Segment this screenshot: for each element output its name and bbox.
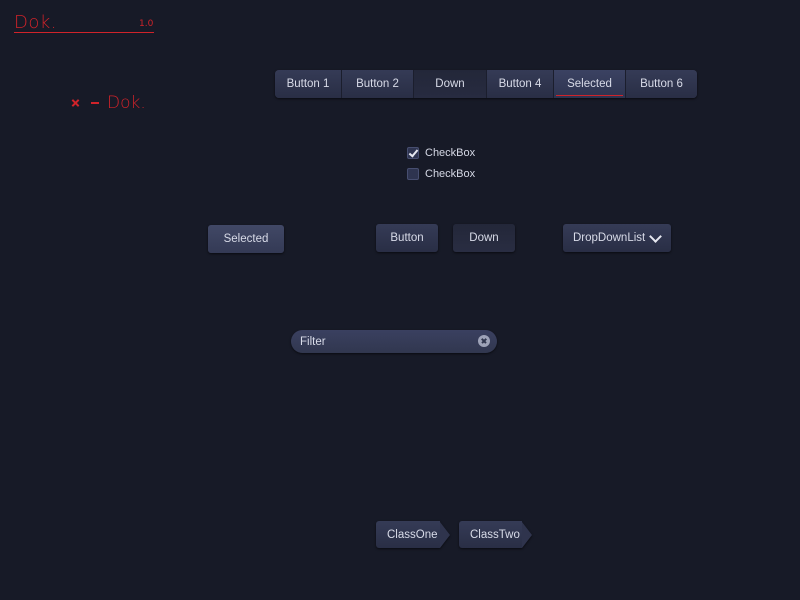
selected-button[interactable]: Selected xyxy=(208,225,284,253)
class-two-label: ClassTwo xyxy=(470,528,520,541)
class-one-button[interactable]: ClassOne xyxy=(376,521,450,548)
dropdown-value: DropDownList xyxy=(573,232,646,244)
window-title: Dok. xyxy=(107,93,146,113)
checkbox-2[interactable]: CheckBox xyxy=(407,167,475,181)
checkbox-checked-icon[interactable] xyxy=(407,147,419,159)
logo-title: Dok. xyxy=(14,12,58,33)
class-two-body: ClassTwo xyxy=(459,521,522,548)
checkbox-label: CheckBox xyxy=(425,168,476,180)
window-header: Dok. xyxy=(70,93,146,113)
normal-button[interactable]: Button xyxy=(376,224,438,252)
checkbox-unchecked-icon[interactable] xyxy=(407,168,419,180)
down-button[interactable]: Down xyxy=(453,224,515,252)
dash-separator xyxy=(91,102,99,104)
class-one-body: ClassOne xyxy=(376,521,440,548)
segment-button-4[interactable]: Button 4 xyxy=(487,70,554,98)
dropdown-list[interactable]: DropDownList xyxy=(563,224,671,252)
filter-field xyxy=(291,330,497,353)
class-two-button[interactable]: ClassTwo xyxy=(459,521,532,548)
logo-underline xyxy=(14,32,154,33)
segmented-button-bar: Button 1 Button 2 Down Button 4 Selected… xyxy=(275,70,697,98)
segment-button-1[interactable]: Button 1 xyxy=(275,70,342,98)
segment-button-2[interactable]: Button 2 xyxy=(342,70,414,98)
segment-button-selected[interactable]: Selected xyxy=(554,70,626,98)
arrow-tip xyxy=(521,521,532,548)
filter-input[interactable] xyxy=(300,333,470,350)
segment-button-down[interactable]: Down xyxy=(414,70,487,98)
chevron-down-icon xyxy=(649,230,662,243)
segment-button-6[interactable]: Button 6 xyxy=(626,70,697,98)
close-icon[interactable] xyxy=(70,98,81,109)
class-one-label: ClassOne xyxy=(387,528,438,541)
logo-version: 1.0 xyxy=(139,19,154,29)
checkbox-1[interactable]: CheckBox xyxy=(407,146,475,160)
arrow-tip xyxy=(439,521,450,548)
checkbox-label: CheckBox xyxy=(425,147,476,159)
clear-icon[interactable] xyxy=(478,335,490,347)
ui-canvas: Dok. 1.0 Dok. Button 1 Button 2 Down But… xyxy=(0,0,800,600)
